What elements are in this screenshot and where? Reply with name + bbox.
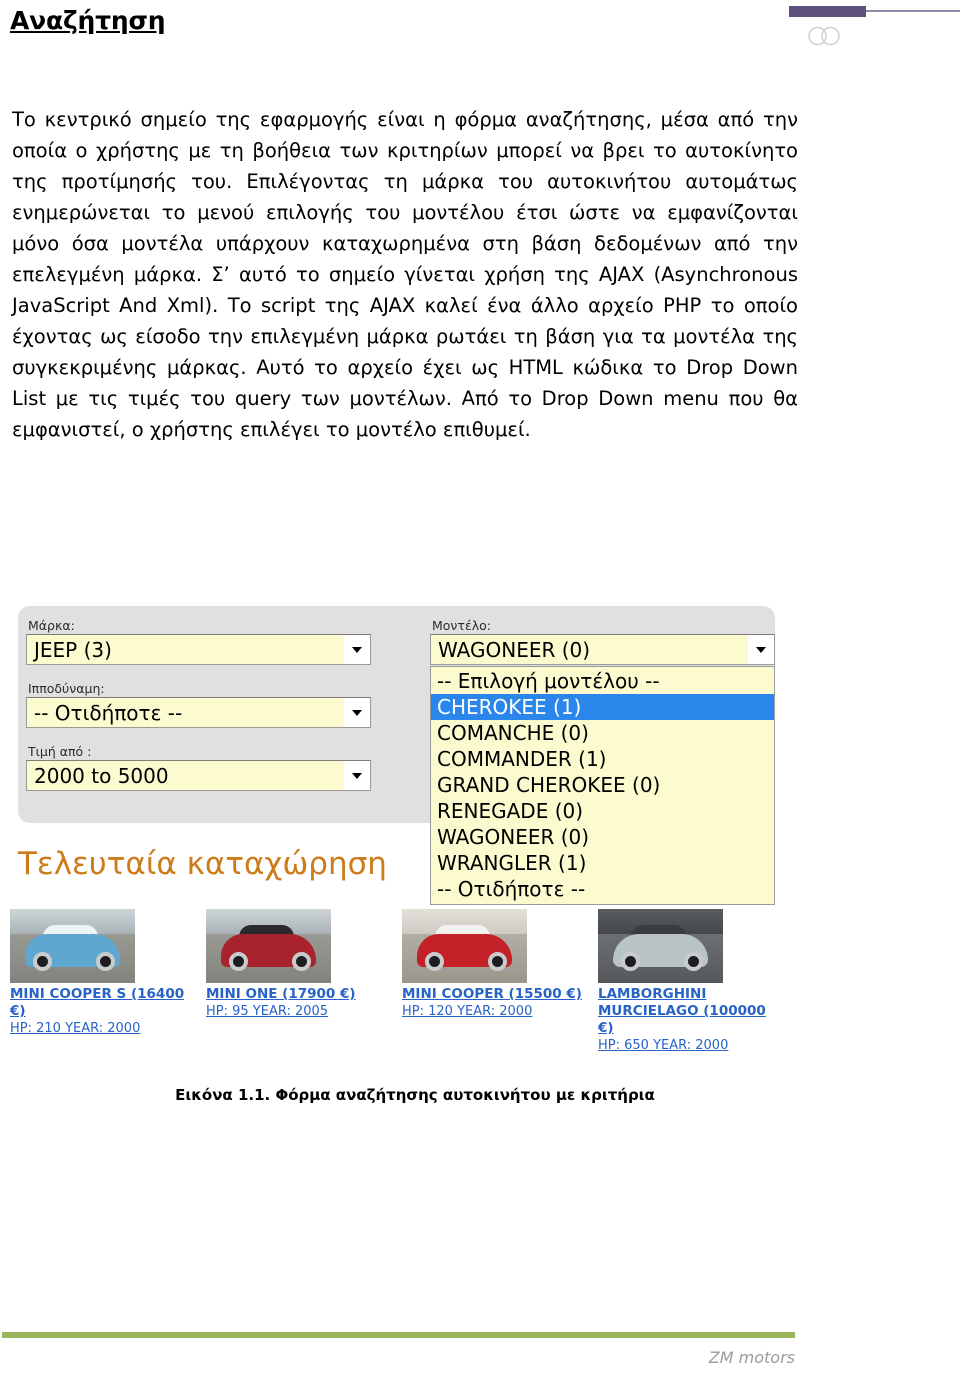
- car-thumbnail-image[interactable]: [206, 909, 331, 983]
- dropdown-option[interactable]: COMMANDER (1): [431, 746, 774, 772]
- horsepower-select[interactable]: -- Οτιδήποτε --: [26, 697, 371, 728]
- horsepower-field-label: Ιπποδύναμη:: [28, 681, 105, 696]
- figure-screenshot: Μάρκα: JEEP (3) Ιπποδύναμη: -- Οτιδήποτε…: [0, 606, 960, 1106]
- model-select[interactable]: WAGONEER (0): [430, 634, 775, 665]
- body-paragraph: Το κεντρικό σημείο της εφαρμογής είναι η…: [12, 108, 798, 441]
- header-accent-bar-purple: [789, 6, 866, 17]
- car-title-link[interactable]: MINI ONE (17900 €): [206, 986, 391, 1003]
- list-item[interactable]: LAMBORGHINI MURCIELAGO (100000 €) HP: 65…: [598, 909, 783, 1054]
- car-title-link[interactable]: MINI COOPER (15500 €): [402, 986, 587, 1003]
- car-title-link[interactable]: MINI COOPER S (16400 €): [10, 986, 195, 1020]
- page-header: Αναζήτηση: [0, 0, 960, 60]
- price-select-value: 2000 to 5000: [27, 761, 344, 790]
- brand-select[interactable]: JEEP (3): [26, 634, 371, 665]
- chevron-down-icon[interactable]: [344, 635, 370, 664]
- horsepower-select-value: -- Οτιδήποτε --: [27, 698, 344, 727]
- latest-entries-list: MINI COOPER S (16400 €) HP: 210 YEAR: 20…: [10, 909, 810, 1053]
- figure-caption: Εικόνα 1.1. Φόρμα αναζήτησης αυτοκινήτου…: [175, 1086, 655, 1104]
- dropdown-option[interactable]: RENEGADE (0): [431, 798, 774, 824]
- dropdown-option-selected[interactable]: CHEROKEE (1): [431, 694, 774, 720]
- model-dropdown-list[interactable]: -- Επιλογή μοντέλου -- CHEROKEE (1) COMA…: [430, 666, 775, 905]
- dropdown-option[interactable]: -- Οτιδήποτε --: [431, 876, 774, 902]
- car-specs[interactable]: HP: 95 YEAR: 2005: [206, 1003, 391, 1020]
- list-item[interactable]: MINI ONE (17900 €) HP: 95 YEAR: 2005: [206, 909, 391, 1020]
- dropdown-option[interactable]: WAGONEER (0): [431, 824, 774, 850]
- dropdown-option[interactable]: WRANGLER (1): [431, 850, 774, 876]
- chevron-down-icon[interactable]: [344, 698, 370, 727]
- header-accent-bar: [789, 6, 960, 17]
- search-form-left-column: Μάρκα: JEEP (3) Ιπποδύναμη: -- Οτιδήποτε…: [26, 618, 371, 807]
- list-item[interactable]: MINI COOPER S (16400 €) HP: 210 YEAR: 20…: [10, 909, 195, 1037]
- brand-field-label: Μάρκα:: [28, 618, 75, 633]
- car-specs[interactable]: HP: 120 YEAR: 2000: [402, 1003, 587, 1020]
- dropdown-option[interactable]: GRAND CHEROKEE (0): [431, 772, 774, 798]
- header-accent-bar-line: [866, 10, 960, 12]
- model-field-label: Μοντέλο:: [432, 618, 491, 633]
- car-title-link[interactable]: LAMBORGHINI MURCIELAGO (100000 €): [598, 986, 783, 1037]
- chevron-down-icon[interactable]: [344, 761, 370, 790]
- car-thumbnail-image[interactable]: [10, 909, 135, 983]
- footer-rule: [2, 1332, 795, 1338]
- infinity-logo-icon: [806, 26, 842, 46]
- price-field-label: Τιμή από :: [28, 744, 92, 759]
- dropdown-option[interactable]: COMANCHE (0): [431, 720, 774, 746]
- chevron-down-icon[interactable]: [748, 635, 774, 664]
- price-select[interactable]: 2000 to 5000: [26, 760, 371, 791]
- list-item[interactable]: MINI COOPER (15500 €) HP: 120 YEAR: 2000: [402, 909, 587, 1020]
- car-specs[interactable]: HP: 650 YEAR: 2000: [598, 1037, 783, 1054]
- page-footer: ZM motors: [0, 1312, 960, 1378]
- latest-entries-heading: Τελευταία καταχώρηση: [18, 846, 387, 882]
- footer-brand-text: ZM motors: [708, 1348, 795, 1367]
- car-specs[interactable]: HP: 210 YEAR: 2000: [10, 1020, 195, 1037]
- car-thumbnail-image[interactable]: [402, 909, 527, 983]
- model-select-value: WAGONEER (0): [431, 635, 748, 664]
- brand-select-value: JEEP (3): [27, 635, 344, 664]
- car-thumbnail-image[interactable]: [598, 909, 723, 983]
- dropdown-option[interactable]: -- Επιλογή μοντέλου --: [431, 668, 774, 694]
- page-title: Αναζήτηση: [10, 6, 166, 35]
